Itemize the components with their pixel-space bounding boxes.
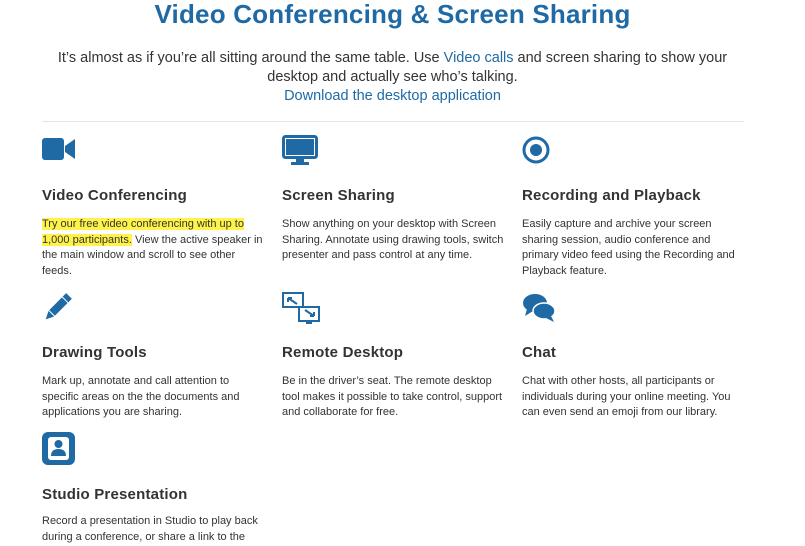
chat-bubbles-icon xyxy=(522,292,556,329)
feature-description: Try our free video conferencing with up … xyxy=(42,218,263,277)
feature-description: Mark up, annotate and call attention to … xyxy=(42,375,240,418)
feature-title: Studio Presentation xyxy=(42,486,188,503)
divider xyxy=(42,121,744,122)
feature-title: Screen Sharing xyxy=(282,187,395,204)
download-desktop-link[interactable]: Download the desktop application xyxy=(284,88,501,104)
intro-text: It’s almost as if you’re all sitting aro… xyxy=(0,49,785,106)
feature-title: Video Conferencing xyxy=(42,187,188,204)
remote-desktop-icon xyxy=(282,292,322,331)
video-camera-icon xyxy=(42,135,76,168)
presenter-icon xyxy=(42,432,76,471)
intro-line1-after: and screen sharing to show your xyxy=(513,50,728,66)
intro-line1-before: It’s almost as if you’re all sitting aro… xyxy=(57,50,444,66)
pencil-icon xyxy=(42,292,72,329)
feature-description: Chat with other hosts, all participants … xyxy=(522,375,731,418)
feature-description: Easily capture and archive your screen s… xyxy=(522,218,735,277)
video-calls-link[interactable]: Video calls xyxy=(444,50,514,66)
feature-description: Be in the driver’s seat. The remote desk… xyxy=(282,375,503,418)
feature-title: Remote Desktop xyxy=(282,344,404,361)
feature-description: Show anything on your desktop with Scree… xyxy=(282,218,504,261)
feature-title: Drawing Tools xyxy=(42,344,147,361)
feature-description: Record a presentation in Studio to play … xyxy=(42,515,258,543)
feature-title: Recording and Playback xyxy=(522,187,701,204)
monitor-icon xyxy=(282,135,318,172)
intro-line2: desktop and actually see who’s talking. xyxy=(267,69,518,85)
record-icon xyxy=(522,135,552,170)
page-title: Video Conferencing & Screen Sharing xyxy=(154,0,631,29)
feature-title: Chat xyxy=(522,344,557,361)
